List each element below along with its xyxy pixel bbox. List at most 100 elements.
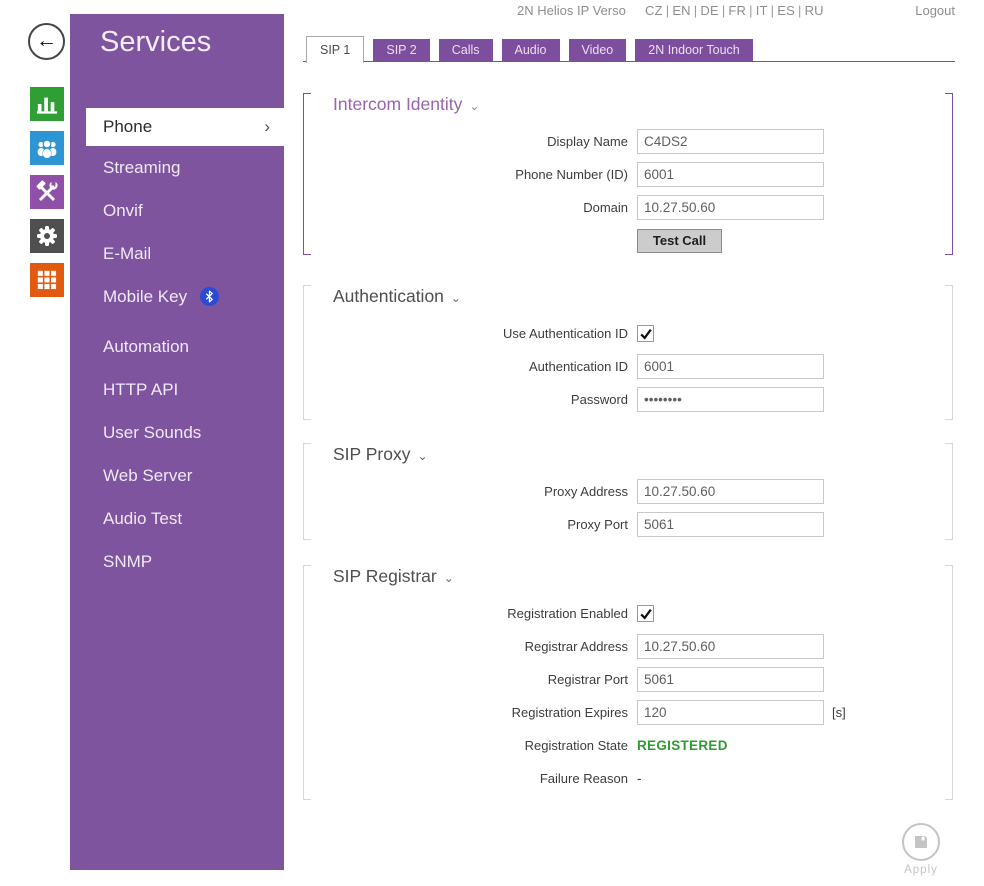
field-label: Registration Enabled	[507, 606, 628, 621]
field-label: Registrar Address	[524, 639, 628, 654]
section-heading[interactable]: SIP Proxy ⌄	[303, 443, 953, 479]
apply-button[interactable]: Apply	[895, 823, 947, 876]
tab-2n-indoor-touch[interactable]: 2N Indoor Touch	[635, 39, 753, 62]
field-label: Proxy Address	[544, 484, 628, 499]
back-arrow-icon: ←	[36, 29, 57, 52]
app-window: 2N Helios IP Verso CZ | EN | DE | FR | IT | ES | RU …	[0, 0, 984, 886]
phone-number-input[interactable]	[637, 162, 824, 187]
sidebar-menu: Phone › Streaming Onvif E-Mail Mobile Ke…	[70, 108, 284, 583]
lang-fr[interactable]: FR	[728, 3, 746, 18]
sidebar-item-snmp[interactable]: SNMP	[70, 540, 284, 583]
test-call-button[interactable]: Test Call	[637, 228, 722, 253]
sidebar-item-onvif[interactable]: Onvif	[70, 189, 284, 232]
status-section-button[interactable]	[30, 87, 64, 121]
lang-de[interactable]: DE	[700, 3, 718, 18]
chevron-down-icon: ⌄	[469, 99, 480, 113]
back-button[interactable]: ←	[28, 23, 65, 60]
section-heading[interactable]: SIP Registrar ⌄	[303, 565, 953, 601]
sidebar-item-label: Automation	[103, 337, 189, 356]
sidebar-item-phone[interactable]: Phone ›	[86, 108, 284, 146]
device-title: 2N Helios IP Verso	[517, 3, 626, 18]
bar-chart-icon	[36, 97, 58, 114]
services-section-button[interactable]	[30, 219, 64, 253]
domain-input[interactable]	[637, 195, 824, 220]
lang-ru[interactable]: RU	[805, 3, 824, 18]
use-authentication-id-checkbox[interactable]	[637, 325, 654, 342]
tab-calls[interactable]: Calls	[438, 39, 493, 62]
apply-button-circle[interactable]	[902, 823, 940, 861]
sidebar-item-web-server[interactable]: Web Server	[70, 454, 284, 497]
field-label: Failure Reason	[539, 771, 628, 786]
tab-video[interactable]: Video	[568, 39, 627, 62]
lang-es[interactable]: ES	[777, 3, 795, 18]
lang-it[interactable]: IT	[756, 3, 768, 18]
authentication-id-input[interactable]	[637, 354, 824, 379]
section-sip-proxy: SIP Proxy ⌄ Proxy Address Proxy Port	[303, 443, 953, 540]
section-title: Intercom Identity	[333, 94, 463, 114]
directory-section-button[interactable]	[30, 131, 64, 165]
field-label: Authentication ID	[528, 359, 628, 374]
tab-audio[interactable]: Audio	[501, 39, 560, 62]
tab-sip1[interactable]: SIP 1	[306, 36, 365, 63]
sidebar-item-mobile-key[interactable]: Mobile Key	[70, 275, 284, 318]
sidebar-item-label: HTTP API	[103, 380, 179, 399]
sidebar-item-label: User Sounds	[103, 423, 202, 442]
registrar-port-input[interactable]	[637, 667, 824, 692]
sidebar-item-email[interactable]: E-Mail	[70, 232, 284, 275]
section-heading[interactable]: Authentication ⌄	[303, 285, 953, 321]
sidebar-item-label: E-Mail	[103, 244, 152, 263]
section-title: SIP Registrar	[333, 566, 437, 586]
checkmark-icon	[639, 328, 652, 340]
sidebar: Services Phone › Streaming Onvif E-Mail …	[70, 14, 284, 870]
chevron-down-icon: ⌄	[417, 449, 428, 463]
section-title: SIP Proxy	[333, 444, 411, 464]
sidebar-item-label: Web Server	[103, 466, 193, 485]
field-label: Use Authentication ID	[502, 326, 628, 341]
section-heading[interactable]: Intercom Identity ⌄	[303, 93, 953, 129]
registration-enabled-checkbox[interactable]	[637, 605, 654, 622]
field-label: Display Name	[547, 134, 628, 149]
logout-link[interactable]: Logout	[915, 3, 955, 18]
sidebar-item-label: Onvif	[103, 201, 143, 220]
system-section-button[interactable]	[30, 263, 64, 297]
lang-separator: |	[721, 3, 726, 18]
field-label: Password	[570, 392, 628, 407]
proxy-port-input[interactable]	[637, 512, 824, 537]
sidebar-item-http-api[interactable]: HTTP API	[70, 368, 284, 411]
hardware-section-button[interactable]	[30, 175, 64, 209]
sidebar-item-user-sounds[interactable]: User Sounds	[70, 411, 284, 454]
registrar-address-input[interactable]	[637, 634, 824, 659]
lang-separator: |	[693, 3, 698, 18]
tab-sip2[interactable]: SIP 2	[373, 39, 430, 62]
lang-separator: |	[770, 3, 775, 18]
hammer-wrench-icon	[36, 180, 58, 202]
password-input[interactable]	[637, 387, 824, 412]
section-intercom-identity: Intercom Identity ⌄ Display Name Phone Nu…	[303, 93, 953, 255]
failure-reason-value: -	[637, 771, 642, 786]
lang-separator: |	[665, 3, 670, 18]
lang-separator: |	[798, 3, 802, 18]
sidebar-item-label: SNMP	[103, 552, 153, 571]
field-label: Registration State	[524, 738, 628, 753]
apply-button-label: Apply	[904, 864, 938, 876]
field-label: Registration Expires	[511, 705, 628, 720]
grid-icon	[37, 270, 57, 290]
lang-en[interactable]: EN	[672, 3, 690, 18]
field-label: Proxy Port	[567, 517, 628, 532]
chevron-down-icon: ⌄	[450, 291, 461, 305]
display-name-input[interactable]	[637, 129, 824, 154]
sidebar-item-streaming[interactable]: Streaming	[70, 146, 284, 189]
checkmark-icon	[639, 608, 652, 620]
lang-cz[interactable]: CZ	[645, 3, 663, 18]
save-icon	[915, 836, 927, 848]
sidebar-item-automation[interactable]: Automation	[70, 325, 284, 368]
sidebar-item-audio-test[interactable]: Audio Test	[70, 497, 284, 540]
registration-expires-input[interactable]	[637, 700, 824, 725]
field-label: Domain	[583, 200, 628, 215]
proxy-address-input[interactable]	[637, 479, 824, 504]
bluetooth-icon	[199, 286, 219, 306]
lang-separator: |	[749, 3, 753, 18]
sidebar-item-label: Audio Test	[103, 509, 183, 528]
seconds-unit-label: [s]	[832, 705, 846, 720]
section-sip-registrar: SIP Registrar ⌄ Registration Enabled Regi…	[303, 565, 953, 800]
